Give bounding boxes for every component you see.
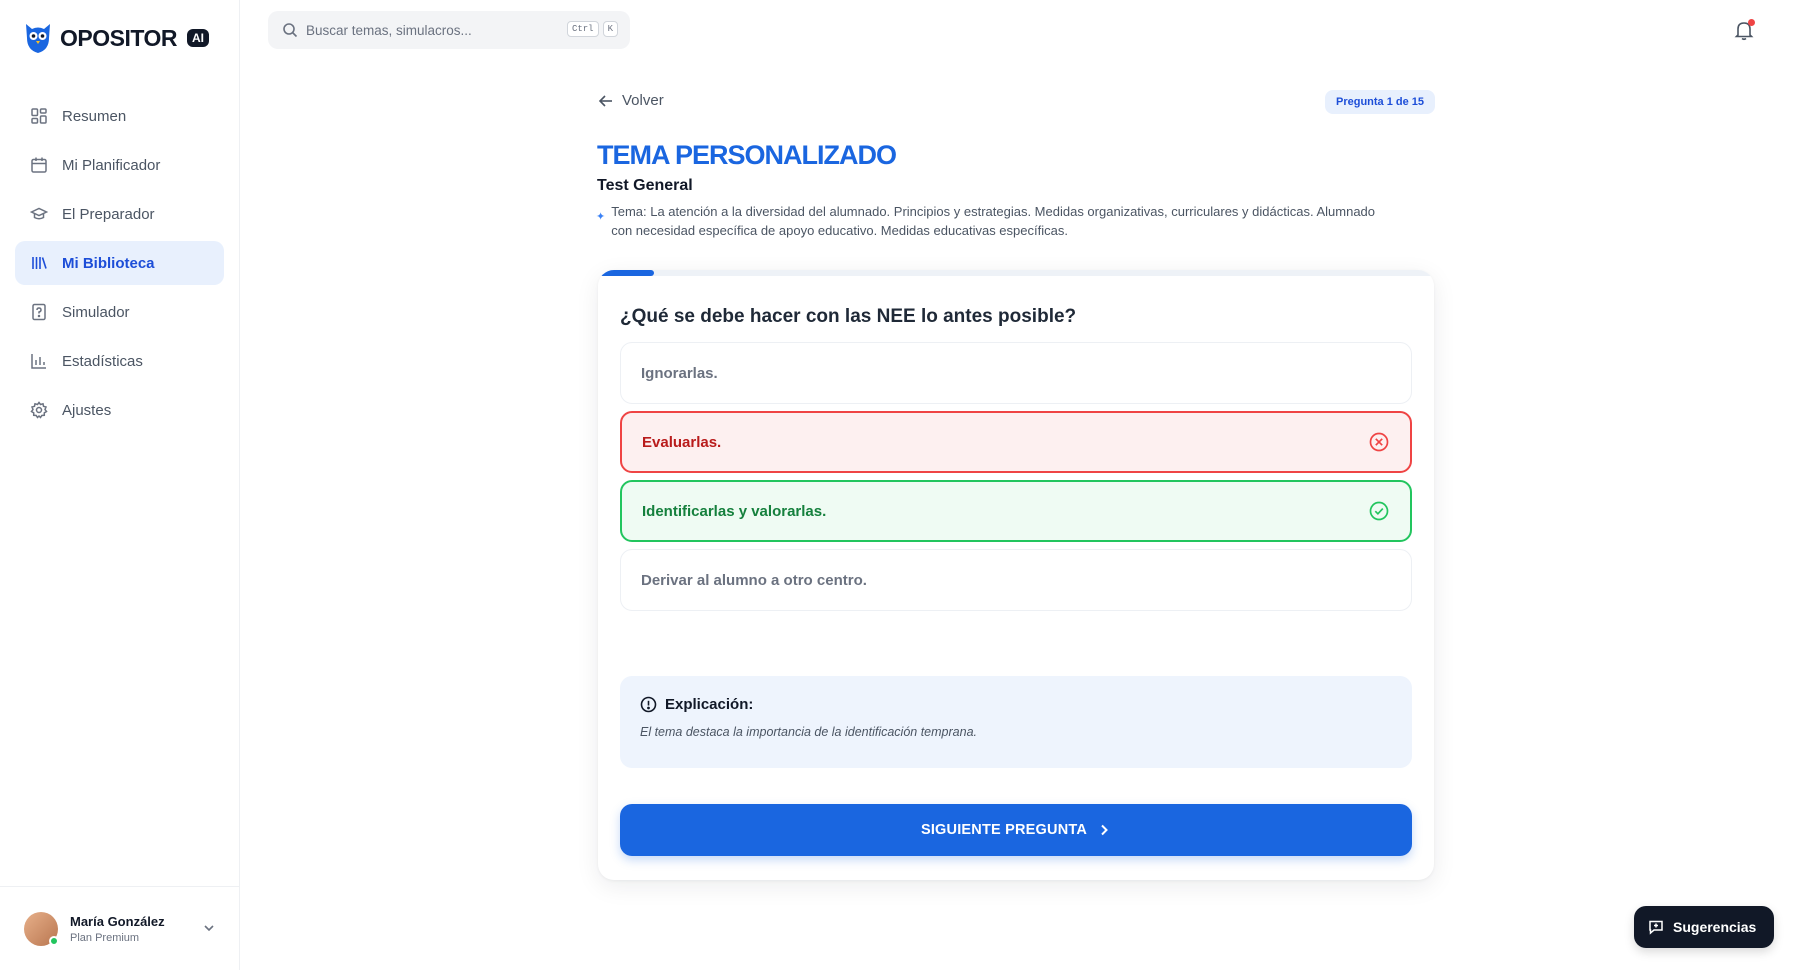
sidebar-item-label: Resumen: [62, 107, 127, 125]
bar-chart-icon: [29, 351, 49, 371]
sidebar-item-label: Mi Biblioteca: [62, 254, 155, 272]
explanation-box: Explicación: El tema destaca la importan…: [620, 676, 1412, 768]
online-status-dot: [49, 935, 59, 946]
sidebar-item-preparador[interactable]: El Preparador: [15, 192, 224, 236]
shortcut-key-k: K: [602, 21, 618, 37]
explanation-text: El tema destaca la importancia de la ide…: [640, 725, 977, 739]
question-counter-badge: Pregunta 1 de 15: [1325, 90, 1436, 114]
explanation-header: Explicación:: [640, 696, 1392, 713]
sidebar-item-label: Ajustes: [62, 401, 112, 419]
next-question-label: SIGUIENTE PREGUNTA: [920, 822, 1088, 838]
back-button[interactable]: Volver: [598, 92, 664, 109]
grid-icon: [29, 106, 49, 126]
app-badge: AI: [187, 29, 209, 47]
user-name: María González: [70, 913, 165, 929]
info-circle-icon: [640, 696, 657, 713]
search-input[interactable]: [306, 22, 546, 38]
sidebar-item-resumen[interactable]: Resumen: [15, 94, 224, 138]
x-circle-icon: [1369, 432, 1389, 452]
user-menu[interactable]: María González Plan Premium: [0, 886, 240, 970]
library-icon: [29, 253, 49, 273]
test-subtitle: Test General: [597, 177, 693, 194]
answer-option-label: Evaluarlas.: [642, 433, 722, 451]
answer-option-label: Ignorarlas.: [641, 364, 718, 382]
answer-option[interactable]: Derivar al alumno a otro centro.: [620, 549, 1412, 611]
sparkle-icon: ✦: [596, 211, 606, 223]
avatar: [24, 911, 59, 946]
sidebar-item-estadisticas[interactable]: Estadísticas: [15, 339, 224, 383]
back-label: Volver: [622, 92, 664, 109]
arrow-left-icon: [598, 94, 612, 107]
sidebar-item-label: Simulador: [62, 303, 130, 321]
next-question-button[interactable]: SIGUIENTE PREGUNTA: [620, 804, 1412, 856]
sidebar-item-biblioteca[interactable]: Mi Biblioteca: [15, 241, 224, 285]
search-bar[interactable]: Ctrl K: [268, 11, 630, 49]
question-text: ¿Qué se debe hacer con las NEE lo antes …: [620, 306, 1077, 327]
shortcut-key-ctrl: Ctrl: [566, 21, 599, 37]
answer-option[interactable]: Ignorarlas.: [620, 342, 1412, 404]
progress-fill: [598, 270, 654, 276]
notifications-button[interactable]: [1732, 18, 1756, 42]
question-file-icon: [29, 302, 49, 322]
answer-option-label: Identificarlas y valorarlas.: [642, 502, 827, 520]
chevron-down-icon[interactable]: [202, 921, 216, 940]
feedback-label: Sugerencias: [1673, 919, 1757, 935]
sidebar-item-label: Mi Planificador: [62, 156, 161, 174]
notification-dot: [1748, 19, 1755, 26]
user-info: María González Plan Premium: [70, 914, 165, 944]
app-name: OPOSITOR: [60, 24, 178, 51]
topic-description: ✦ Tema: La atención a la diversidad del …: [596, 202, 1396, 240]
answer-option-wrong[interactable]: Evaluarlas.: [620, 411, 1412, 473]
answer-option-label: Derivar al alumno a otro centro.: [641, 571, 867, 589]
explanation-title: Explicación:: [665, 696, 754, 713]
chevron-right-icon: [1101, 824, 1108, 836]
search-shortcut: Ctrl K: [563, 21, 618, 37]
owl-logo-icon: [26, 24, 50, 53]
sidebar-item-simulador[interactable]: Simulador: [15, 290, 224, 334]
answer-option-correct[interactable]: Identificarlas y valorarlas.: [620, 480, 1412, 542]
feedback-button[interactable]: Sugerencias: [1634, 906, 1775, 948]
check-circle-icon: [1369, 501, 1389, 521]
app-logo[interactable]: OPOSITOR AI: [24, 22, 209, 54]
user-plan: Plan Premium: [70, 931, 140, 944]
sidebar: OPOSITOR AI Resumen Mi Planificador El P…: [0, 0, 240, 970]
progress-bar: [598, 270, 1434, 276]
sidebar-item-label: El Preparador: [62, 205, 155, 223]
question-card: ¿Qué se debe hacer con las NEE lo antes …: [598, 270, 1434, 880]
page-title: TEMA PERSONALIZADO: [597, 140, 897, 170]
calendar-icon: [29, 155, 49, 175]
topic-text: Tema: La atención a la diversidad del al…: [611, 204, 1376, 238]
sidebar-item-ajustes[interactable]: Ajustes: [15, 388, 224, 432]
sidebar-item-planificador[interactable]: Mi Planificador: [15, 143, 224, 187]
graduation-cap-icon: [29, 204, 49, 224]
search-icon: [283, 23, 298, 38]
sidebar-item-label: Estadísticas: [62, 352, 143, 370]
sidebar-nav: Resumen Mi Planificador El Preparador Mi…: [15, 94, 224, 437]
message-square-icon: [1649, 920, 1663, 935]
gear-icon: [29, 400, 49, 420]
